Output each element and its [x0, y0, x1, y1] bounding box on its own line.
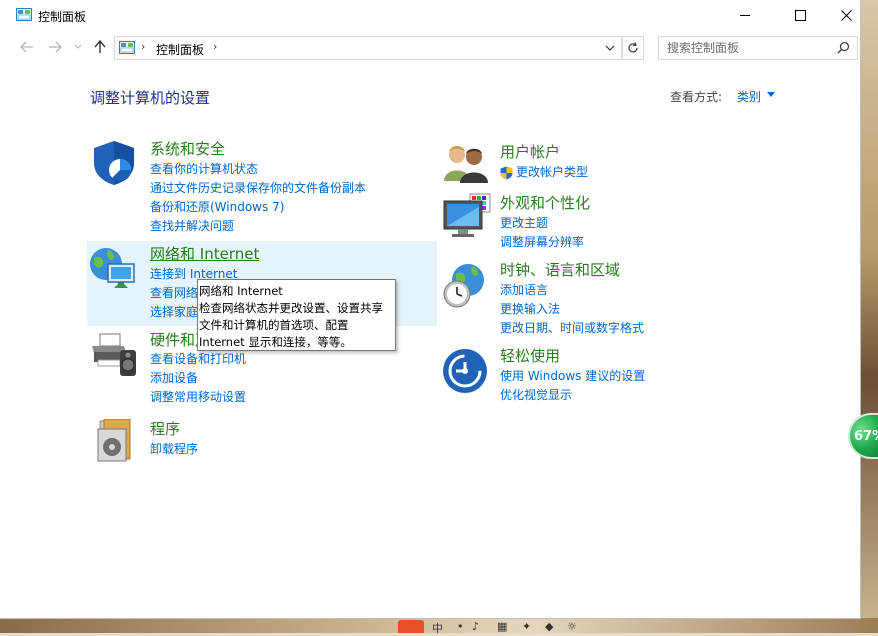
chevron-down-icon: [74, 44, 82, 49]
category-link[interactable]: 查看设备和打印机: [150, 350, 246, 369]
user-accounts-icon: [444, 146, 488, 183]
category-programs: 程序 卸载程序: [150, 418, 198, 459]
printer-speaker-icon: [92, 333, 136, 376]
forward-button[interactable]: [46, 37, 64, 57]
tooltip-line: 检查网络状态并更改设置、设置共享: [199, 301, 383, 315]
ease-of-access-icon: [443, 349, 487, 393]
appearance-monitor-icon: [443, 193, 491, 237]
up-button[interactable]: [91, 37, 109, 57]
breadcrumb[interactable]: 控制面板: [156, 41, 204, 58]
close-icon: [840, 10, 852, 21]
refresh-button[interactable]: [622, 36, 644, 60]
category-link[interactable]: 更改日期、时间或数字格式: [500, 319, 644, 338]
close-button[interactable]: [823, 0, 869, 31]
category-title[interactable]: 时钟、语言和区域: [500, 259, 644, 280]
search-icon[interactable]: [837, 41, 850, 54]
maximize-button[interactable]: [777, 0, 823, 31]
control-panel-window: 控制面板 › 控制面板 › 搜索控制面板 调整计算机的设置 查看方式: 类别 系…: [0, 0, 861, 619]
control-panel-icon: [119, 41, 135, 54]
category-title[interactable]: 网络和 Internet: [150, 243, 270, 264]
network-globe-icon: [90, 248, 135, 288]
breadcrumb-separator-icon[interactable]: ›: [141, 40, 145, 53]
minimize-button[interactable]: [722, 0, 768, 31]
search-box[interactable]: [658, 36, 858, 60]
keyboard-icon[interactable]: ▦: [497, 620, 507, 633]
category-link[interactable]: 添加设备: [150, 369, 246, 388]
search-input[interactable]: [665, 39, 829, 57]
ime-indicator[interactable]: 中: [432, 620, 443, 635]
view-by-label: 查看方式:: [670, 90, 723, 104]
window-title: 控制面板: [38, 10, 87, 24]
tooltip-line: 网络和 Internet: [199, 284, 283, 298]
category-link[interactable]: 查找并解决问题: [150, 217, 366, 236]
category-title[interactable]: 用户帐户: [500, 141, 588, 162]
breadcrumb-separator-icon[interactable]: ›: [213, 40, 217, 53]
arrow-right-icon: [49, 41, 62, 53]
category-link[interactable]: 更换输入法: [500, 300, 644, 319]
tooltip-line: Internet 显示和连接，等等。: [199, 335, 352, 349]
category-clock-language: 时钟、语言和区域 添加语言 更换输入法 更改日期、时间或数字格式: [500, 259, 644, 338]
category-link[interactable]: 更改帐户类型: [516, 163, 588, 182]
arrow-up-icon: [94, 40, 106, 53]
sogou-ime-icon[interactable]: [398, 620, 424, 633]
caret-down-icon[interactable]: [767, 92, 775, 97]
chevron-down-icon[interactable]: [605, 40, 615, 56]
uac-shield-icon: [500, 166, 513, 179]
tooltip-line: 文件和计算机的首选项、配置: [199, 318, 349, 332]
title-bar[interactable]: 控制面板: [0, 0, 860, 31]
category-link[interactable]: 通过文件历史记录保存你的文件备份副本: [150, 179, 366, 198]
category-link[interactable]: 调整屏幕分辨率: [500, 233, 590, 252]
back-button[interactable]: [18, 37, 36, 57]
category-title[interactable]: 程序: [150, 418, 198, 439]
category-appearance: 外观和个性化 更改主题 调整屏幕分辨率: [500, 192, 590, 252]
desktop-background: [860, 0, 878, 633]
programs-disc-icon: [97, 419, 131, 462]
category-title[interactable]: 外观和个性化: [500, 192, 590, 213]
category-link[interactable]: 卸载程序: [150, 440, 198, 459]
category-title[interactable]: 轻松使用: [500, 345, 645, 366]
minimize-icon: [739, 15, 750, 16]
category-link[interactable]: 查看你的计算机状态: [150, 160, 366, 179]
tray-icon[interactable]: ✦: [522, 620, 531, 633]
tray-icon[interactable]: ◆: [545, 620, 553, 633]
category-link[interactable]: 调整常用移动设置: [150, 388, 246, 407]
tray-icon[interactable]: ☼: [567, 620, 577, 633]
tray-icon[interactable]: ♪: [472, 620, 479, 633]
category-link[interactable]: 备份和还原(Windows 7): [150, 198, 366, 217]
maximize-icon: [794, 10, 806, 21]
network-tooltip: 网络和 Internet 检查网络状态并更改设置、设置共享 文件和计算机的首选项…: [197, 279, 396, 351]
view-by-dropdown[interactable]: 类别: [737, 88, 761, 105]
recent-locations-button[interactable]: [72, 37, 84, 57]
arrow-left-icon: [20, 41, 33, 53]
shield-icon: [94, 141, 134, 185]
page-title: 调整计算机的设置: [90, 89, 211, 107]
category-link[interactable]: 更改主题: [500, 214, 590, 233]
tray-icon[interactable]: •: [457, 620, 464, 633]
address-bar[interactable]: › 控制面板 ›: [114, 36, 622, 60]
category-link[interactable]: 优化视觉显示: [500, 386, 645, 405]
category-title[interactable]: 系统和安全: [150, 138, 366, 159]
category-user-accounts: 用户帐户 更改帐户类型: [500, 141, 588, 182]
category-link[interactable]: 使用 Windows 建议的设置: [500, 367, 645, 386]
category-link[interactable]: 添加语言: [500, 281, 644, 300]
category-system-security: 系统和安全 查看你的计算机状态 通过文件历史记录保存你的文件备份副本 备份和还原…: [150, 138, 366, 236]
clock-globe-icon: [443, 264, 484, 308]
category-ease-of-access: 轻松使用 使用 Windows 建议的设置 优化视觉显示: [500, 345, 645, 405]
control-panel-icon: [16, 8, 32, 21]
refresh-icon: [628, 42, 638, 53]
